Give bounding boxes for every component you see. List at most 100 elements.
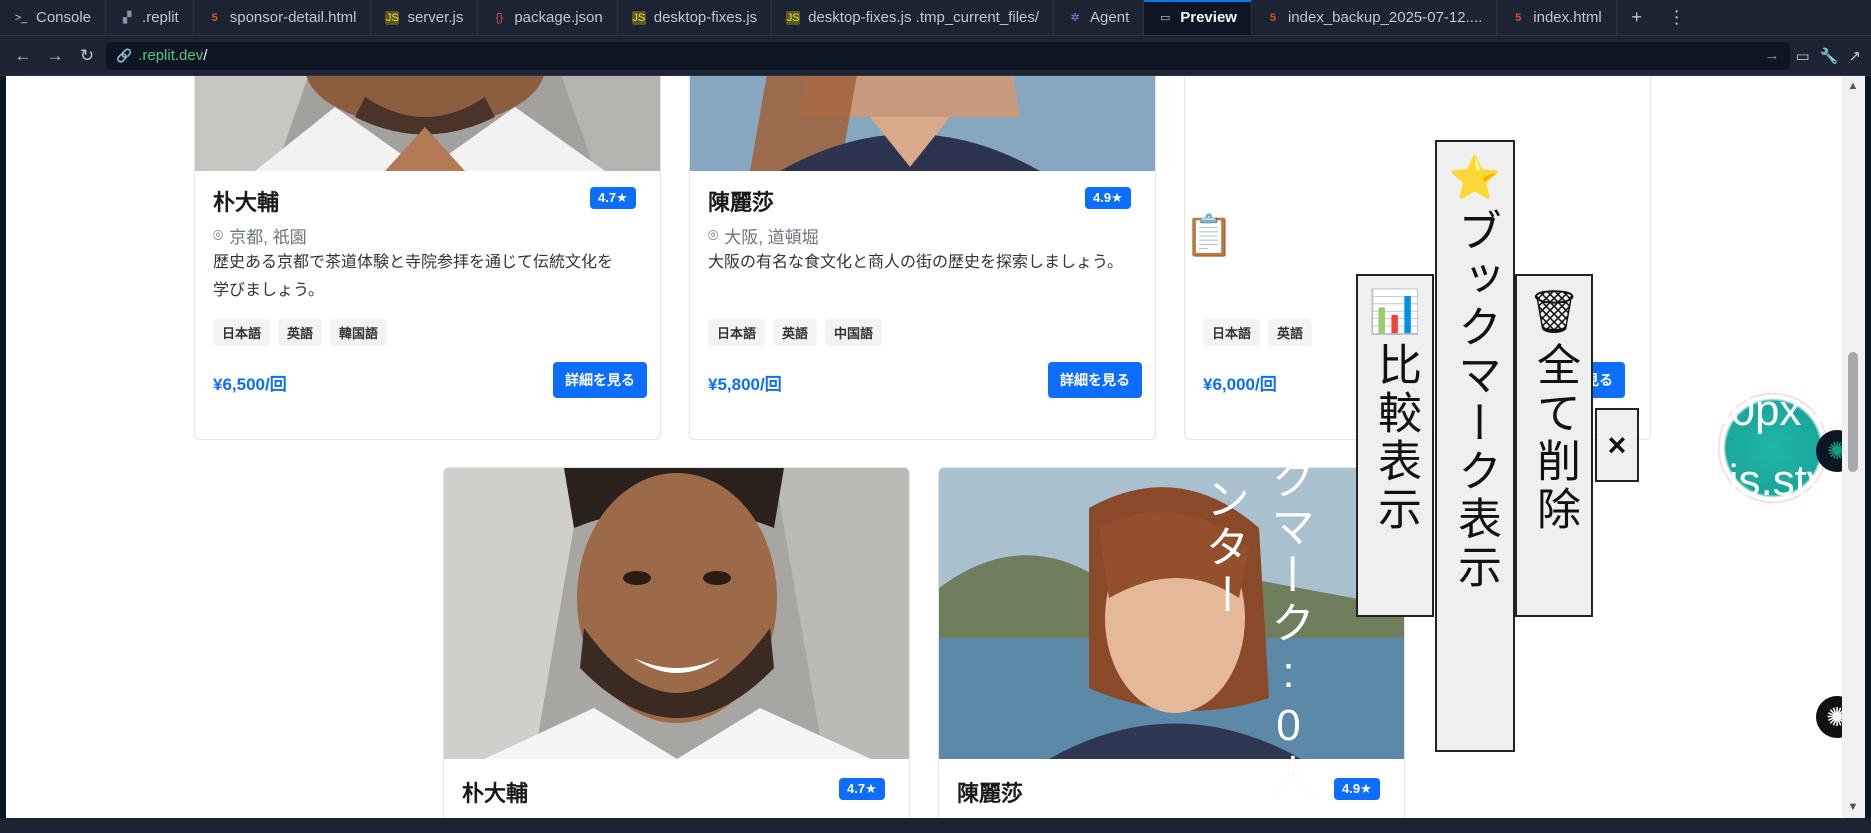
- url-domain: .replit.dev: [138, 47, 204, 64]
- tab-label: server.js: [407, 9, 464, 26]
- ghost-bookmark-count-text: クマーク:0人: [1264, 456, 1313, 802]
- forward-arrow-icon[interactable]: →: [42, 43, 68, 69]
- tab-desktop-fixes[interactable]: JS desktop-fixes.js: [618, 0, 773, 35]
- terminal-icon: >_: [14, 11, 28, 24]
- rating-badge: 4.7★: [839, 778, 885, 800]
- scroll-up-arrow-icon[interactable]: ▲: [1847, 80, 1859, 92]
- guide-name: 朴大輔: [213, 190, 280, 215]
- guide-photo: [195, 76, 660, 171]
- js-file-icon: JS: [631, 10, 646, 25]
- preview-icon: ▭: [1160, 12, 1171, 24]
- ide-tab-bar: >_ Console ▞ .replit 5 sponsor-detail.html …: [0, 0, 1871, 36]
- ghost-member-count-text: ンター: [1199, 476, 1248, 620]
- guide-card: 朴大輔 4.7★ ⌾ 京都, 祇園 歴史ある京都で茶道体験と寺院参拝を通じて伝統…: [194, 76, 661, 440]
- tab-console[interactable]: >_ Console: [0, 0, 107, 35]
- description-line: 大阪の有名な食文化と商人の街の歴史を探索しましょう。: [708, 254, 1124, 271]
- tab-desktop-fixes-tmp[interactable]: JS desktop-fixes.js .tmp_current_files/: [772, 0, 1055, 35]
- bookmark-view-button[interactable]: ⭐ ブックマーク表示: [1435, 140, 1515, 752]
- tab-sponsor-detail[interactable]: 5 sponsor-detail.html: [194, 0, 372, 35]
- location-text: 京都, 祇園: [229, 228, 307, 247]
- tab-replit[interactable]: ▞ .replit: [106, 0, 194, 35]
- tab-label: Console: [36, 9, 92, 26]
- guide-location: ⌾ 大阪, 道頓堀: [708, 223, 819, 248]
- close-button[interactable]: ×: [1595, 408, 1639, 482]
- compare-view-button[interactable]: 📊 比較表示: [1356, 274, 1434, 617]
- tab-package-json[interactable]: {} package.json: [478, 0, 618, 35]
- star-icon: ⭐: [1448, 154, 1502, 201]
- description-line: 学びましょう。: [213, 282, 325, 299]
- json-file-icon: {}: [495, 11, 503, 24]
- scroll-down-arrow-icon[interactable]: ▼: [1847, 801, 1859, 813]
- trash-icon: 🗑: [1527, 288, 1581, 335]
- rating-badge: 4.9★: [1085, 187, 1131, 209]
- tab-agent[interactable]: ✲ Agent: [1054, 0, 1145, 35]
- devtools-wrench-icon[interactable]: 🔧: [1820, 47, 1839, 65]
- tab-server-js[interactable]: JS server.js: [371, 0, 479, 35]
- language-tag: 英語: [278, 319, 323, 346]
- html-file-icon: 5: [1269, 11, 1277, 24]
- guide-description: 大阪の有名な食文化と商人の街の歴史を探索しましょう。: [708, 249, 1138, 277]
- description-line: 歴史ある京都で茶道体験と寺院参拝を通じて伝統文化を: [213, 254, 614, 271]
- tab-label: package.json: [514, 9, 603, 26]
- guide-name: 陳麗莎: [708, 190, 775, 215]
- language-tag: 日本語: [213, 319, 271, 346]
- more-menu-icon[interactable]: ⋮: [1657, 0, 1697, 35]
- language-tags: 日本語 英語 中国語: [708, 319, 883, 346]
- map-pin-icon: ⌾: [213, 225, 224, 245]
- tab-index-backup[interactable]: 5 index_backup_2025-07-12....: [1252, 0, 1498, 35]
- vertical-scrollbar[interactable]: ▲ ▼: [1842, 76, 1865, 818]
- url-input[interactable]: 🔗 .replit.dev/ →: [106, 41, 1790, 70]
- language-tag: 韓国語: [330, 319, 388, 346]
- open-new-window-icon[interactable]: ↗: [1848, 47, 1861, 65]
- view-details-button[interactable]: 詳細を見る: [553, 362, 647, 398]
- guide-name: 朴大輔: [462, 781, 529, 806]
- link-icon: 🔗: [116, 47, 133, 63]
- language-tags: 日本語 英語 韓国語: [213, 319, 388, 346]
- guide-photo: [690, 76, 1155, 171]
- devices-icon[interactable]: ▭: [1796, 47, 1810, 65]
- url-path: /: [203, 47, 208, 64]
- ghost-code-text: 'paus: [1748, 524, 1842, 573]
- location-text: 大阪, 道頓堀: [724, 228, 819, 247]
- tab-label: Preview: [1180, 9, 1237, 26]
- delete-all-label: 全て削除: [1530, 342, 1579, 534]
- guide-location: ⌾ 京都, 祇園: [213, 223, 307, 248]
- tab-label: desktop-fixes.js .tmp_current_files/: [808, 9, 1040, 26]
- guide-card: 朴大輔 4.7★: [443, 467, 910, 818]
- price-text: ¥6,000/回: [1203, 375, 1277, 394]
- back-arrow-icon[interactable]: ←: [10, 43, 36, 69]
- tab-label: index_backup_2025-07-12....: [1287, 9, 1483, 26]
- tab-label: .replit: [142, 9, 179, 26]
- tab-label: Agent: [1090, 9, 1130, 26]
- rating-badge: 4.9★: [1334, 778, 1380, 800]
- rating-badge: 4.7★: [590, 187, 636, 209]
- language-tag: 英語: [1268, 319, 1313, 346]
- view-details-button[interactable]: 詳細を見る: [1048, 362, 1142, 398]
- clipboard-icon[interactable]: 📋: [1184, 214, 1234, 258]
- ghost-code-text: this.styl: [1692, 456, 1839, 505]
- tab-label: desktop-fixes.js: [653, 9, 758, 26]
- delete-all-button[interactable]: 🗑 全て削除: [1515, 274, 1593, 617]
- go-arrow-icon[interactable]: →: [1765, 47, 1780, 64]
- compare-view-label: 比較表示: [1371, 342, 1420, 534]
- reload-icon[interactable]: ↻: [74, 43, 100, 69]
- bookmark-view-label: ブックマーク表示: [1451, 208, 1500, 592]
- tab-index-html[interactable]: 5 index.html: [1497, 0, 1617, 35]
- tab-preview[interactable]: ▭ Preview: [1144, 0, 1252, 35]
- scroll-thumb[interactable]: [1848, 352, 1858, 472]
- price-text: ¥5,800/回: [708, 375, 782, 394]
- language-tag: 英語: [773, 319, 818, 346]
- language-tag: 日本語: [1203, 319, 1261, 346]
- guide-description: 歴史ある京都で茶道体験と寺院参拝を通じて伝統文化を 学びましょう。: [213, 249, 643, 305]
- price-text: ¥6,500/回: [213, 375, 287, 394]
- openai-chat-icon[interactable]: ✺: [1816, 696, 1842, 738]
- map-pin-icon: ⌾: [708, 225, 719, 245]
- bar-chart-icon: 📊: [1368, 288, 1422, 335]
- preview-url-bar: ← → ↻ 🔗 .replit.dev/ → ▭ 🔧 ↗: [0, 36, 1871, 76]
- guide-name: 陳麗莎: [957, 781, 1024, 806]
- new-tab-button[interactable]: +: [1617, 0, 1657, 35]
- language-tag: 日本語: [708, 319, 766, 346]
- guide-card: 陳麗莎 4.9★ ⌾ 大阪, 道頓堀 大阪の有名な食文化と商人の街の歴史を探索し…: [689, 76, 1156, 440]
- guide-card: 陳麗莎 4.9★: [938, 467, 1405, 818]
- js-file-icon: JS: [385, 10, 400, 25]
